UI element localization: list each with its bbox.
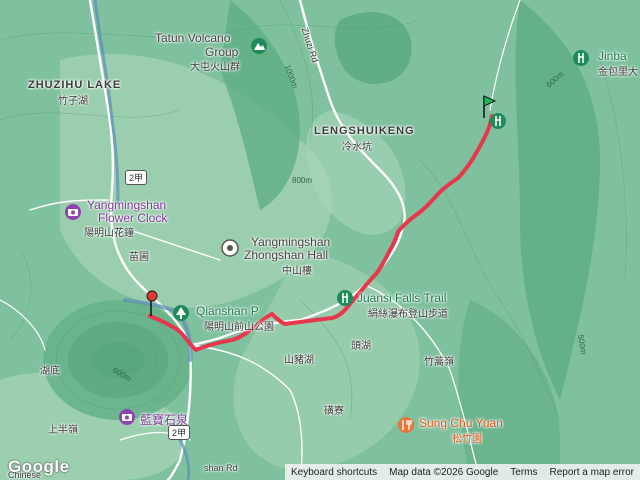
label-tatun: Tatun Volcano (155, 31, 231, 45)
label-sungchu: Sung Chu Yuan (419, 416, 503, 430)
label-flower-clock: Yangmingshan (87, 198, 167, 212)
label-juansi: Juansi Falls Trail (357, 291, 447, 305)
label-hudi: 湖底 (40, 366, 60, 377)
label-jinbao: Jinba (598, 49, 627, 63)
label-lengshuikeng-zh: 冷水坑 (342, 142, 372, 153)
trail-icon[interactable] (489, 112, 507, 130)
attribution-bar: Keyboard shortcuts Map data ©2026 Google… (284, 464, 640, 480)
road-badge-2jia: 2甲 (125, 170, 148, 185)
keyboard-shortcuts-link[interactable]: Keyboard shortcuts (291, 467, 377, 478)
label-shangbanling: 上半嶺 (48, 425, 78, 436)
label-touhu: 頭湖 (351, 341, 371, 352)
label-sungchu-zh: 松竹園 (452, 434, 482, 445)
contour-label: 800m (292, 176, 313, 185)
label-tatun-zh: 大屯火山群 (190, 62, 240, 73)
label-qianshan-zh: 陽明山前山公園 (204, 322, 274, 333)
label-zhongshan: Yangmingshan (251, 235, 331, 249)
label-zhongshan-zh: 中山樓 (282, 266, 312, 277)
label-miaopu: 苗圃 (129, 252, 149, 263)
road-badge-2jia: 2甲 (168, 425, 191, 440)
label-lengshuikeng: LENGSHUIKENG (314, 125, 415, 137)
label-zhongshan-2: Zhongshan Hall (244, 248, 329, 262)
label-jinbao-zh: 金包里大 (598, 67, 638, 78)
terms-link[interactable]: Terms (510, 467, 537, 478)
restaurant-icon[interactable] (397, 416, 415, 434)
park-icon[interactable] (250, 37, 268, 55)
google-logo: Google (8, 457, 70, 476)
label-qianshan: Qianshan P (196, 304, 259, 318)
label-kuangliao: 磺寮 (324, 406, 344, 417)
park-icon[interactable] (172, 304, 190, 322)
camera-icon[interactable] (118, 408, 136, 426)
map-data-text: Map data ©2026 Google (389, 466, 499, 478)
report-error-link[interactable]: Report a map error (550, 467, 634, 478)
label-tatun-2: Group (205, 45, 239, 59)
landmark-icon[interactable] (221, 239, 239, 257)
end-marker-icon[interactable] (145, 289, 159, 317)
label-zhuhaoling: 竹蒿嶺 (424, 357, 454, 368)
label-flower-clock-zh: 陽明山花鐘 (84, 228, 134, 239)
label-juansi-zh: 絹絲瀑布登山步道 (368, 309, 448, 320)
label-shanzhuhu: 山豬湖 (284, 355, 314, 366)
label-flower-clock-2: Flower Clock (98, 211, 168, 225)
road-label-han: shan Rd (204, 463, 238, 473)
trail-icon[interactable] (572, 49, 590, 67)
trail-icon[interactable] (336, 289, 354, 307)
label-zhuzihu-zh: 竹子湖 (58, 96, 88, 107)
camera-icon[interactable] (64, 203, 82, 221)
label-zhuzihu: ZHUZIHU LAKE (28, 79, 122, 91)
